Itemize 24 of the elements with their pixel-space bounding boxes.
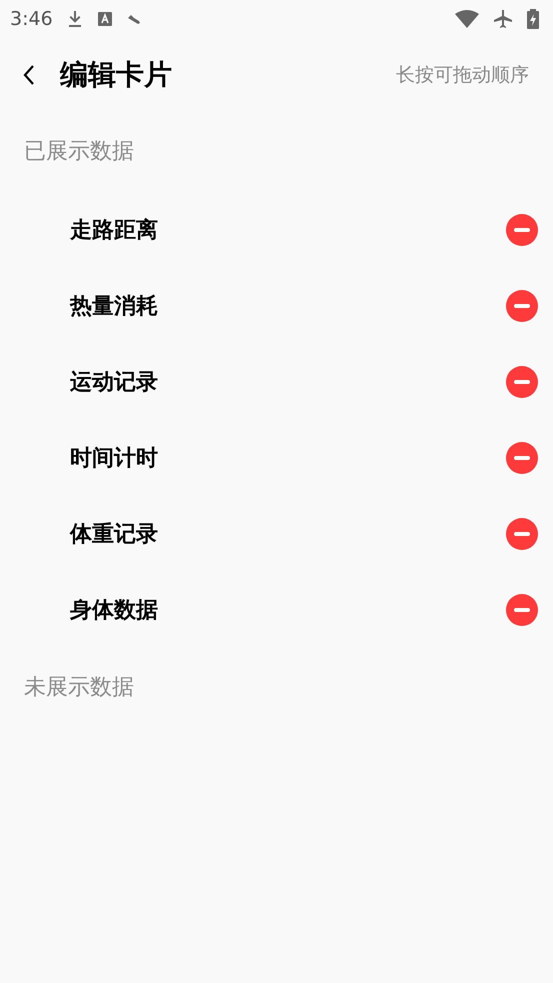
card-item-label: 体重记录 xyxy=(70,520,158,548)
hint-text: 长按可拖动顺序 xyxy=(396,63,529,88)
section-title: 已展示数据 xyxy=(23,138,135,166)
battery-icon xyxy=(527,9,539,29)
remove-icon[interactable] xyxy=(506,518,538,550)
wifi-icon xyxy=(455,10,479,28)
card-item-label: 运动记录 xyxy=(70,368,158,396)
remove-icon[interactable] xyxy=(506,594,538,626)
remove-icon[interactable] xyxy=(506,442,538,474)
remove-icon[interactable] xyxy=(506,290,538,322)
shoe-icon xyxy=(126,13,141,25)
card-item-label: 走路距离 xyxy=(70,216,158,244)
airplane-icon xyxy=(493,9,513,29)
remove-icon[interactable] xyxy=(506,214,538,246)
download-icon xyxy=(66,10,83,28)
back-icon[interactable] xyxy=(22,64,36,86)
card-item-label: 时间计时 xyxy=(70,444,158,472)
card-item-label: 热量消耗 xyxy=(70,292,158,320)
card-item-label: 身体数据 xyxy=(70,596,158,624)
page-title: 编辑卡片 xyxy=(60,57,172,93)
remove-icon[interactable] xyxy=(506,366,538,398)
section-title: 未展示数据 xyxy=(23,674,135,702)
status-time: 3:46 xyxy=(10,8,53,30)
app-icon xyxy=(96,11,113,27)
